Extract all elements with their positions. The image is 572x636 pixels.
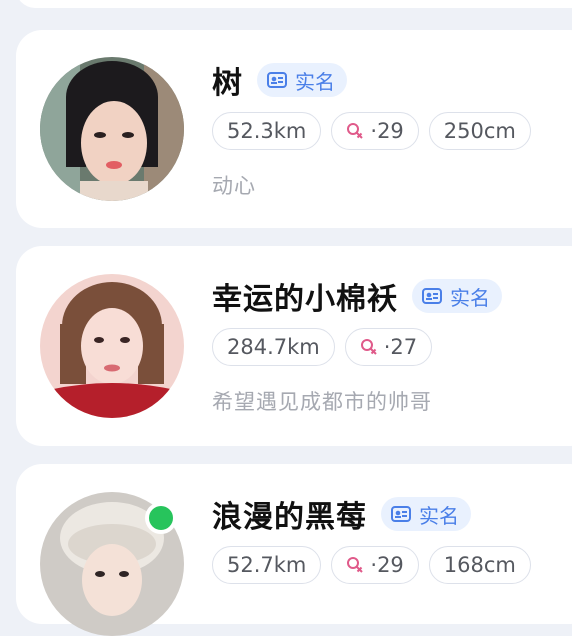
height-tag: 168cm [428,546,531,584]
user-name[interactable]: 树 [212,58,243,102]
verified-badge: 实名 [257,63,347,97]
distance-tag: 284.7km [212,328,335,366]
age-value: ·29 [370,553,404,577]
user-card[interactable]: 树 实名 52.3km ·29 250cm 动心 [16,30,572,228]
distance-tag: 52.3km [212,112,322,150]
avatar[interactable] [40,57,184,201]
user-bio: 希望遇见成都市的帅哥 [212,390,432,414]
verified-label: 实名 [450,285,490,310]
height-tag: 250cm [428,112,531,150]
id-card-icon [422,287,442,305]
tag-list: 52.3km ·29 250cm [212,112,541,150]
tag-list: 52.7km ·29 168cm [212,546,541,584]
female-icon [346,556,364,574]
tag-list: 284.7km ·27 [212,328,442,366]
id-card-icon [267,71,287,89]
user-name[interactable]: 幸运的小棉袄 [212,274,398,318]
age-tag: ·29 [331,546,419,584]
name-row: 浪漫的黑莓 实名 [212,492,471,536]
verified-label: 实名 [419,503,459,528]
age-value: ·27 [383,335,418,359]
verified-label: 实名 [295,69,335,94]
avatar[interactable] [40,274,184,418]
verified-badge: 实名 [412,279,502,313]
name-row: 树 实名 [212,58,347,102]
user-card[interactable]: 浪漫的黑莓 实名 52.7km ·29 168cm [16,464,572,636]
distance-tag: 52.7km [212,546,322,584]
user-card[interactable]: 幸运的小棉袄 实名 284.7km ·27 希望遇见成都市的帅哥 [16,246,572,446]
id-card-icon [391,505,411,523]
age-tag: ·29 [331,112,419,150]
female-icon [346,122,364,140]
age-tag: ·27 [344,328,433,366]
verified-badge: 实名 [381,497,471,531]
age-value: ·29 [370,119,404,143]
online-status-dot [145,502,177,534]
user-bio: 动心 [212,174,256,198]
user-name[interactable]: 浪漫的黑莓 [212,492,367,536]
female-icon [360,338,378,356]
user-card-partial[interactable] [16,0,572,8]
name-row: 幸运的小棉袄 实名 [212,274,502,318]
